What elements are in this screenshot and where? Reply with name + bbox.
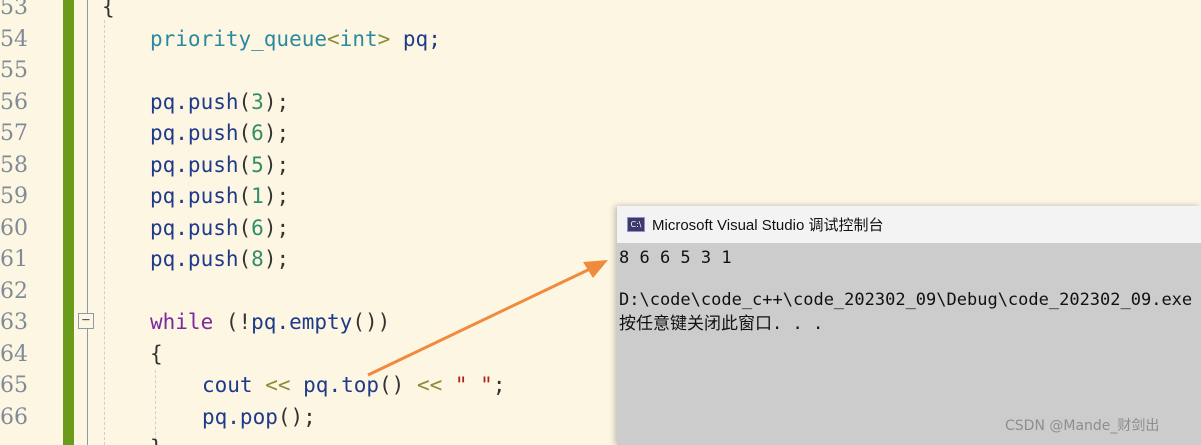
code-token: int: [339, 26, 378, 51]
line-number-gutter: 53 54 55 56 57 58 59 60 61 62 63 64 65 66: [0, 0, 62, 445]
code-line[interactable]: {: [150, 339, 163, 371]
code-token: (!: [213, 310, 252, 334]
line-number: 58: [0, 152, 28, 178]
code-token: {: [150, 341, 163, 366]
code-token: (: [238, 152, 252, 177]
code-token: (): [379, 373, 417, 397]
console-title: Microsoft Visual Studio 调试控制台: [652, 217, 884, 234]
code-token: (: [238, 247, 252, 271]
console-prompt-line: 按任意键关闭此窗口. . .: [619, 314, 824, 334]
line-number: 61: [0, 247, 28, 272]
code-token: pq.push: [150, 121, 239, 145]
code-token: }: [150, 436, 163, 445]
code-token: );: [263, 215, 290, 240]
code-token: priority_queue: [150, 26, 328, 51]
line-number: 53: [0, 0, 28, 20]
code-token: pq.empty: [251, 310, 353, 334]
code-token: <<: [416, 373, 455, 397]
code-token: pq;: [402, 26, 441, 51]
code-token: ()): [352, 310, 391, 334]
code-token: pq.push: [150, 152, 239, 177]
code-token: pq.push: [150, 184, 239, 208]
console-output-line: 8 6 6 5 3 1: [619, 248, 732, 268]
code-token: >: [377, 26, 403, 51]
code-token: 3: [251, 89, 264, 114]
console-titlebar[interactable]: C:\ Microsoft Visual Studio 调试控制台: [617, 206, 1201, 244]
code-token: (: [238, 89, 252, 114]
line-number: 55: [0, 58, 28, 83]
code-token: );: [263, 121, 290, 145]
code-line[interactable]: {: [102, 0, 115, 24]
console-path-line: D:\code\code_c++\code_202302_09\Debug\co…: [619, 290, 1201, 310]
code-token: );: [263, 184, 290, 208]
code-token: 6: [251, 121, 264, 145]
code-token: {: [102, 0, 115, 19]
code-token: 8: [251, 247, 264, 271]
console-app-icon: C:\: [627, 217, 645, 232]
code-token: (: [238, 121, 252, 145]
code-token: 5: [251, 152, 264, 177]
code-line[interactable]: while (!pq.empty()): [150, 307, 390, 339]
code-token: pq.pop: [202, 404, 278, 429]
code-token: 1: [251, 184, 264, 208]
code-token: ;: [492, 373, 506, 397]
code-token: <: [327, 26, 340, 51]
code-token: 6: [251, 215, 264, 240]
code-token: pq.top: [303, 373, 380, 397]
code-token: );: [263, 152, 290, 177]
line-number: 56: [0, 89, 28, 115]
change-indicator-bar: [63, 0, 74, 445]
line-number: 63: [0, 310, 28, 335]
line-number: 60: [0, 215, 28, 241]
debug-console-window[interactable]: C:\ Microsoft Visual Studio 调试控制台 8 6 6 …: [617, 206, 1201, 445]
line-number: 57: [0, 121, 28, 146]
collapse-icon[interactable]: −: [78, 313, 94, 329]
line-number: 66: [0, 404, 28, 430]
code-token: );: [263, 89, 290, 114]
code-line[interactable]: pq.push(6);: [150, 213, 289, 245]
code-token: cout: [202, 373, 266, 397]
code-token: (: [238, 215, 252, 240]
code-line[interactable]: pq.push(8);: [150, 244, 289, 276]
code-token: pq.push: [150, 215, 239, 240]
line-number: 59: [0, 184, 28, 209]
code-token: pq.push: [150, 247, 239, 271]
code-line[interactable]: pq.push(5);: [150, 150, 289, 182]
code-token: ();: [277, 404, 316, 429]
code-line[interactable]: }: [150, 433, 163, 445]
code-line[interactable]: pq.push(6);: [150, 118, 289, 150]
code-token: (: [238, 184, 252, 208]
fold-guide-line: [87, 0, 88, 445]
code-token: );: [263, 247, 290, 271]
code-line[interactable]: pq.push(1);: [150, 181, 289, 213]
code-token: while: [150, 310, 214, 334]
code-token: <<: [265, 373, 304, 397]
watermark: CSDN @Mande_财剑出: [1005, 418, 1160, 434]
line-number: 64: [0, 341, 28, 367]
line-number: 62: [0, 278, 28, 304]
code-token: " ": [454, 373, 493, 397]
line-number: 54: [0, 26, 28, 52]
code-line[interactable]: pq.push(3);: [150, 87, 289, 119]
code-line[interactable]: cout << pq.top() << " ";: [202, 370, 505, 402]
code-token: pq.push: [150, 89, 239, 114]
code-line[interactable]: priority_queue<int> pq;: [150, 24, 441, 56]
indent-guide: [104, 20, 105, 445]
line-number: 65: [0, 373, 28, 398]
code-line[interactable]: pq.pop();: [202, 402, 316, 434]
